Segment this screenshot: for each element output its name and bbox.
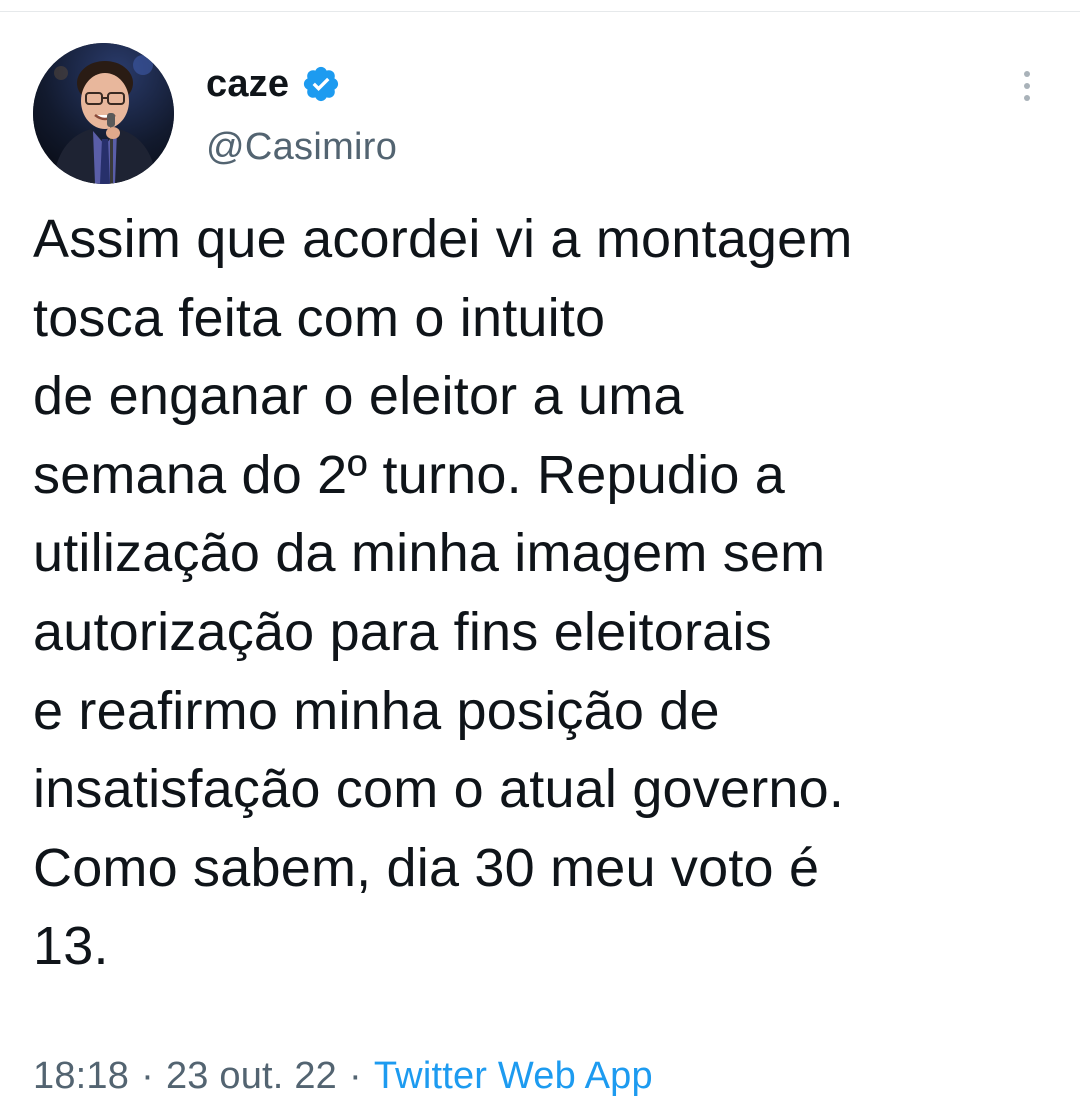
tweet-source-link[interactable]: Twitter Web App (374, 1055, 653, 1097)
more-dot (1024, 71, 1030, 77)
meta-separator: · (349, 1055, 362, 1097)
tweet-meta: 18:18 · 23 out. 22 · Twitter Web App (33, 1055, 653, 1098)
avatar-image (33, 43, 174, 184)
tweet-text: Assim que acordei vi a montagem tosca fe… (33, 209, 853, 977)
more-dot (1024, 83, 1030, 89)
tweet-date[interactable]: 23 out. 22 (166, 1055, 337, 1097)
tweet: caze @Casimiro Assim que acordei vi a mo… (0, 0, 1080, 1119)
more-dot (1024, 95, 1030, 101)
more-options-icon[interactable] (1005, 64, 1049, 108)
tweet-time[interactable]: 18:18 (33, 1055, 129, 1097)
meta-separator: · (141, 1055, 154, 1097)
author-handle[interactable]: @Casimiro (206, 126, 397, 169)
verified-badge-icon (301, 64, 341, 104)
author-name-row: caze (206, 58, 341, 110)
display-name[interactable]: caze (206, 63, 289, 106)
avatar[interactable] (33, 43, 174, 184)
